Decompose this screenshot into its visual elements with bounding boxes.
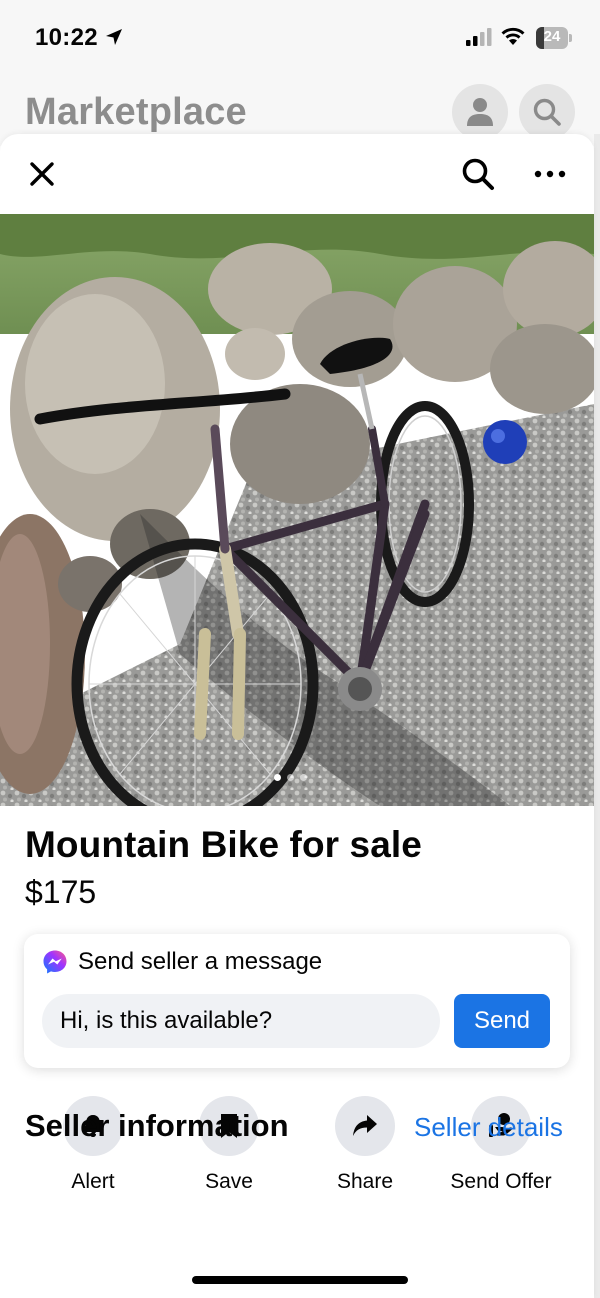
- status-bar: 10:22 24: [0, 0, 600, 76]
- profile-button[interactable]: [452, 84, 508, 140]
- seller-section-title: Seller information: [25, 1108, 289, 1143]
- action-label: Share: [336, 1170, 394, 1193]
- share-icon-circle: [335, 1096, 395, 1156]
- share-button[interactable]: Share: [295, 1096, 435, 1194]
- header-search-button[interactable]: [519, 84, 575, 140]
- search-icon: [533, 98, 561, 126]
- photo-pager[interactable]: [274, 774, 307, 781]
- wifi-icon: [501, 27, 525, 45]
- message-input[interactable]: [42, 994, 440, 1048]
- messenger-icon: [43, 950, 67, 974]
- send-offer-button[interactable]: Send Offer: [431, 1096, 571, 1194]
- message-card-title: Send seller a message: [78, 948, 323, 975]
- action-label: Save: [205, 1170, 253, 1193]
- listing-price: $175: [25, 874, 97, 910]
- search-icon[interactable]: [460, 156, 496, 192]
- profile-icon: [467, 98, 493, 126]
- action-label: Send Offer: [450, 1170, 552, 1193]
- location-arrow-icon: [106, 29, 122, 45]
- status-time: 10:22: [35, 24, 98, 51]
- background-edge: [594, 134, 600, 1298]
- listing-title: Mountain Bike for sale: [25, 824, 422, 865]
- listing-sheet: Mountain Bike for sale $175 Send seller …: [0, 134, 594, 1298]
- message-seller-card: Send seller a message Send: [24, 934, 570, 1068]
- sheet-toolbar: [0, 134, 594, 214]
- close-icon[interactable]: [24, 156, 60, 192]
- more-icon[interactable]: [530, 158, 570, 190]
- seller-details-link[interactable]: Seller details: [414, 1112, 563, 1143]
- pager-dot: [274, 774, 281, 781]
- pager-dot: [287, 774, 294, 781]
- battery-percent: 24: [543, 28, 561, 45]
- listing-photo[interactable]: [0, 214, 594, 806]
- pager-dot: [300, 774, 307, 781]
- cellular-signal-icon: [466, 28, 492, 46]
- send-button[interactable]: Send: [454, 994, 550, 1048]
- message-card-header: Send seller a message: [42, 948, 322, 976]
- page-title: Marketplace: [25, 91, 247, 133]
- home-indicator[interactable]: [192, 1276, 408, 1284]
- battery-icon: 24: [536, 27, 572, 49]
- action-label: Alert: [71, 1170, 115, 1193]
- share-arrow-icon: [353, 1115, 377, 1136]
